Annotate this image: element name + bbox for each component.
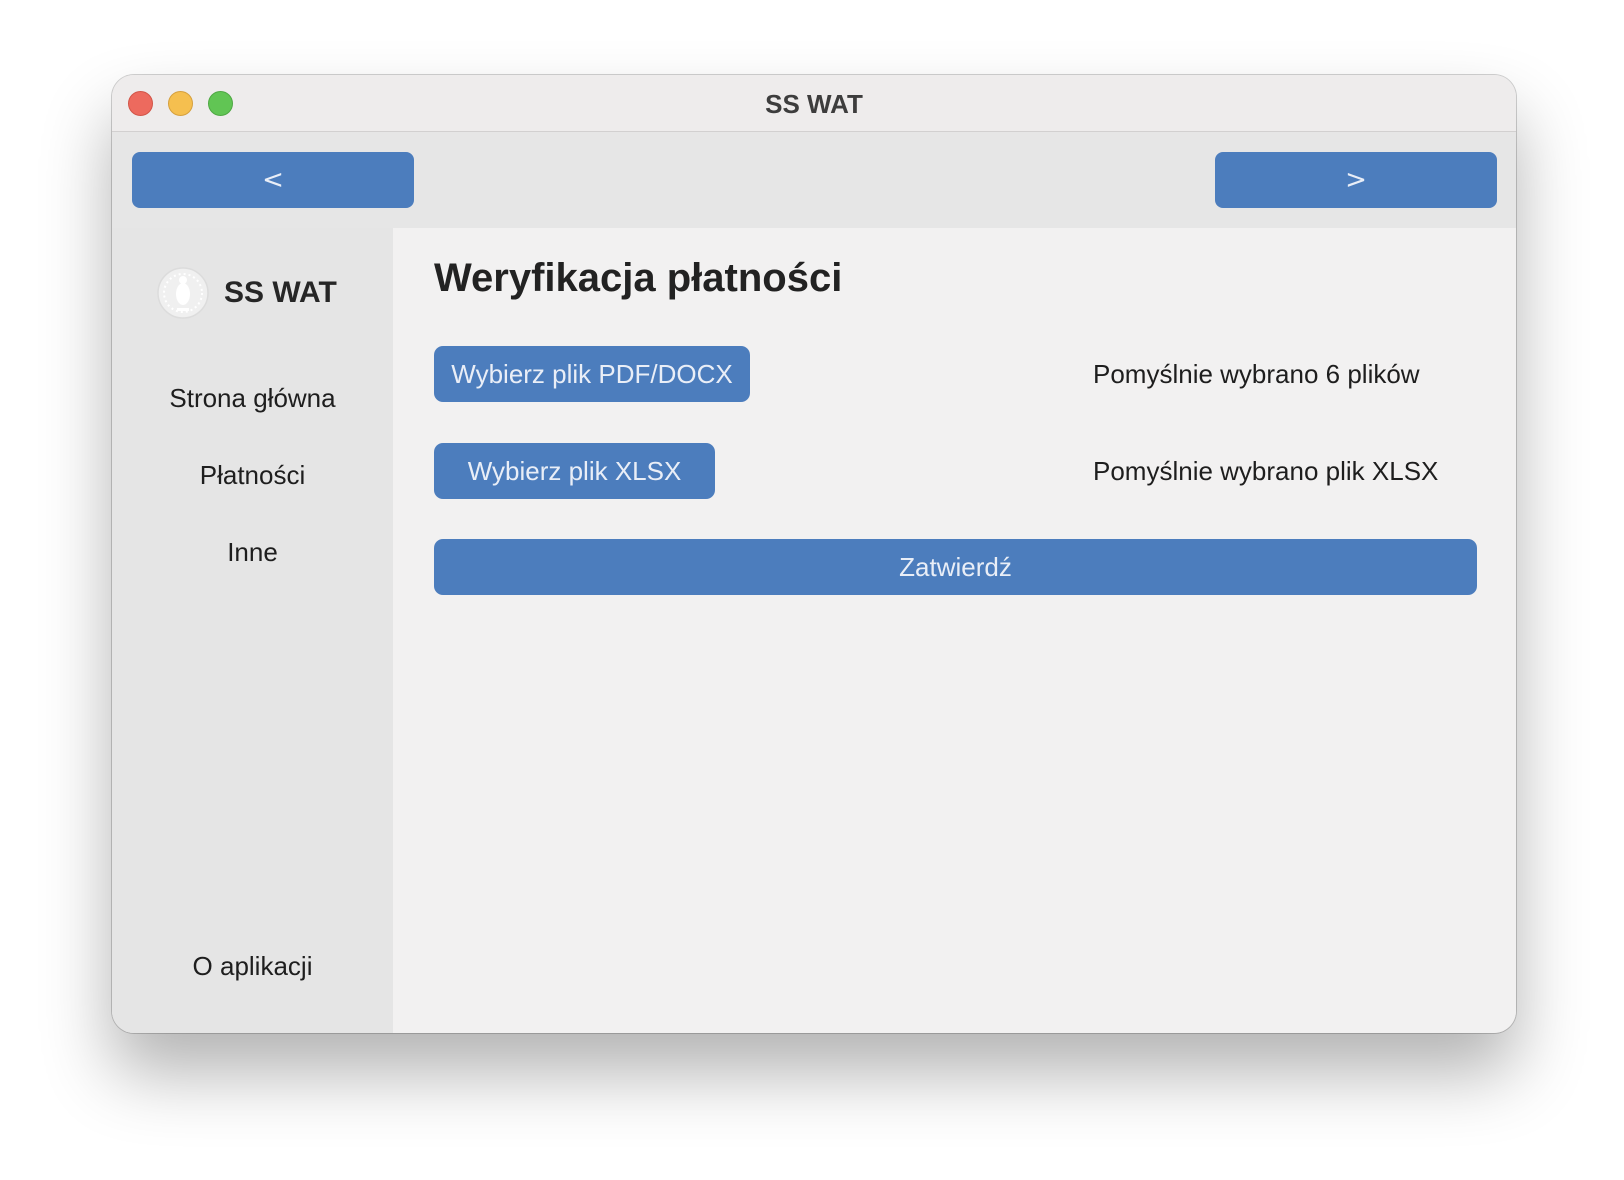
title-bar[interactable]: SS WAT: [112, 75, 1516, 132]
sidebar-item-home[interactable]: Strona główna: [112, 383, 393, 414]
navigation-bar: < >: [112, 132, 1516, 228]
sidebar-brand: SS WAT: [156, 266, 337, 320]
seal-logo-icon: [157, 267, 209, 319]
app-window: SS WAT < > SS WAT Strona główna Płatnośc…: [112, 75, 1516, 1033]
sidebar-item-about[interactable]: O aplikacji: [112, 951, 393, 982]
sidebar-item-other[interactable]: Inne: [112, 537, 393, 568]
forward-button[interactable]: >: [1215, 152, 1497, 208]
choose-pdf-docx-button[interactable]: Wybierz plik PDF/DOCX: [434, 346, 750, 402]
main-content: Weryfikacja płatności Wybierz plik PDF/D…: [393, 228, 1516, 1033]
sidebar: SS WAT Strona główna Płatności Inne O ap…: [112, 228, 393, 1033]
back-button[interactable]: <: [132, 152, 414, 208]
xlsx-status-text: Pomyślnie wybrano plik XLSX: [1093, 456, 1439, 486]
page-title: Weryfikacja płatności: [434, 256, 843, 300]
pdf-status-text: Pomyślnie wybrano 6 plików: [1093, 359, 1420, 389]
brand-name: SS WAT: [224, 276, 337, 309]
window-title: SS WAT: [765, 89, 863, 119]
sidebar-item-payments[interactable]: Płatności: [112, 460, 393, 491]
submit-button[interactable]: Zatwierdź: [434, 539, 1477, 595]
choose-xlsx-button[interactable]: Wybierz plik XLSX: [434, 443, 715, 499]
